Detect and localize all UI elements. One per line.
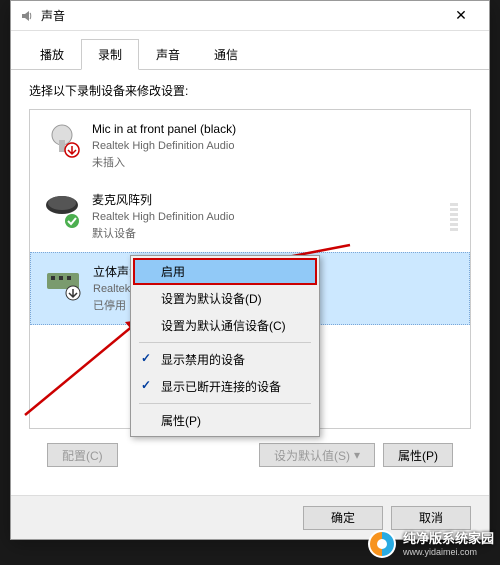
cancel-button[interactable]: 取消: [391, 506, 471, 530]
window-title: 声音: [41, 7, 441, 24]
menu-separator: [139, 403, 311, 404]
device-info: Mic in at front panel (black) Realtek Hi…: [92, 120, 458, 171]
tab-recording[interactable]: 录制: [81, 39, 139, 70]
device-row[interactable]: Mic in at front panel (black) Realtek Hi…: [30, 110, 470, 181]
titlebar: 声音 ✕: [11, 1, 489, 31]
menu-show-disconnected[interactable]: ✓ 显示已断开连接的设备: [133, 373, 317, 400]
menu-enable[interactable]: 启用: [133, 258, 317, 285]
watermark-url: www.yidaimei.com: [403, 547, 494, 557]
instruction-text: 选择以下录制设备来修改设置:: [29, 82, 471, 99]
tab-sounds[interactable]: 声音: [139, 39, 197, 70]
menu-show-disconnected-label: 显示已断开连接的设备: [161, 380, 281, 394]
menu-show-disabled[interactable]: ✓ 显示禁用的设备: [133, 346, 317, 373]
tab-playback[interactable]: 播放: [23, 39, 81, 70]
device-name: Mic in at front panel (black): [92, 120, 458, 138]
close-button[interactable]: ✕: [441, 2, 481, 30]
mic-array-icon: [42, 191, 82, 231]
menu-set-default-comm[interactable]: 设置为默认通信设备(C): [133, 312, 317, 339]
configure-button[interactable]: 配置(C): [47, 443, 118, 467]
menu-show-disabled-label: 显示禁用的设备: [161, 353, 245, 367]
chevron-down-icon: ▾: [354, 448, 360, 462]
menu-set-default[interactable]: 设置为默认设备(D): [133, 285, 317, 312]
context-menu: 启用 设置为默认设备(D) 设置为默认通信设备(C) ✓ 显示禁用的设备 ✓ 显示已…: [130, 255, 320, 437]
set-default-button[interactable]: 设为默认值(S) ▾: [259, 443, 375, 467]
ok-button[interactable]: 确定: [303, 506, 383, 530]
watermark-logo-icon: [367, 529, 397, 559]
mic-jack-icon: [42, 120, 82, 160]
device-info: 麦克风阵列 Realtek High Definition Audio 默认设备: [92, 191, 440, 242]
device-status: 默认设备: [92, 226, 440, 243]
properties-button[interactable]: 属性(P): [383, 443, 453, 467]
check-icon: ✓: [141, 351, 151, 365]
device-status: 未插入: [92, 155, 458, 172]
level-meter: [450, 203, 458, 231]
sound-icon: [19, 8, 35, 24]
tab-communications[interactable]: 通信: [197, 39, 255, 70]
device-row[interactable]: 麦克风阵列 Realtek High Definition Audio 默认设备: [30, 181, 470, 252]
device-driver: Realtek High Definition Audio: [92, 209, 440, 226]
menu-properties[interactable]: 属性(P): [133, 407, 317, 434]
watermark-name: 纯净版系统家园: [403, 531, 494, 547]
device-name: 麦克风阵列: [92, 191, 440, 209]
menu-separator: [139, 342, 311, 343]
check-icon: ✓: [141, 378, 151, 392]
device-driver: Realtek High Definition Audio: [92, 138, 458, 155]
set-default-label: 设为默认值(S): [274, 447, 350, 464]
watermark: 纯净版系统家园 www.yidaimei.com: [367, 529, 494, 559]
tabstrip: 播放 录制 声音 通信: [11, 31, 489, 70]
stereo-mix-icon: [43, 263, 83, 303]
